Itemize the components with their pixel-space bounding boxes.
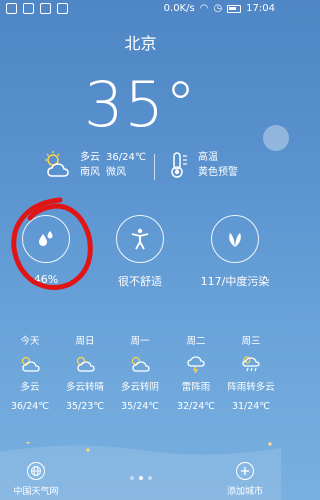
shower-icon: [223, 349, 279, 379]
notification-icons: [6, 3, 68, 14]
forecast-day-label: 今天: [20, 336, 40, 347]
wind-direction: 南风: [80, 167, 100, 178]
air-quality-leaf-icon: [229, 233, 241, 247]
forecast-day-label: 周三: [241, 336, 261, 347]
humidity-drops-icon: [39, 231, 53, 246]
city-name[interactable]: 北京: [0, 30, 281, 54]
humidity-value: 46%: [33, 273, 59, 286]
alert-block[interactable]: 高温 黄色预警: [166, 150, 238, 180]
globe-icon: [27, 462, 45, 480]
air-quality-value: 117/中度污染: [200, 275, 270, 288]
forecast-day[interactable]: 周日 多云转晴 35/23℃: [57, 333, 113, 412]
forecast-temps: 35/24℃: [120, 401, 160, 412]
summary-divider: [154, 154, 155, 180]
forecast-condition: 阵雨转多云: [227, 382, 275, 393]
add-city-label: 添加城市: [226, 487, 263, 497]
partly-cloudy-icon: [45, 151, 69, 177]
weather-summary: 多云 36/24℃ 南风 微风 高温 黄色预警: [0, 148, 281, 188]
current-temperature: 35°: [84, 68, 197, 141]
system-icons: 0.0K/s ◠ ◷ 17:04: [164, 3, 275, 14]
forecast-temps: 36/24℃: [10, 401, 50, 412]
network-speed: 0.0K/s: [163, 3, 195, 14]
bag-icon: [57, 3, 68, 14]
status-bar: 0.0K/s ◠ ◷ 17:04: [0, 0, 281, 18]
alert-type: 高温: [198, 152, 218, 163]
partly-cloudy-icon: [57, 349, 113, 379]
air-quality-index[interactable]: 117/中度污染: [195, 215, 275, 289]
forecast-day[interactable]: 周二 雷阵雨 32/24℃: [168, 333, 224, 412]
forecast-temps: 32/24℃: [176, 401, 216, 412]
wifi-icon: ◠: [199, 3, 209, 14]
forecast-day[interactable]: 周三 阵雨转多云 31/24℃: [223, 333, 279, 412]
temp-range: 36/24℃: [106, 152, 147, 163]
condition-text: 多云: [80, 152, 100, 163]
forecast-condition: 雷阵雨: [181, 382, 211, 393]
forecast-condition: 多云转阴: [120, 382, 159, 393]
humidity-index[interactable]: 46%: [6, 215, 86, 286]
comfort-circle: [116, 215, 164, 263]
condition-block: 多云 36/24℃ 南风 微风: [42, 150, 146, 180]
forecast-day[interactable]: 今天 多云 36/24℃: [2, 333, 58, 412]
humidity-circle: [22, 215, 70, 263]
forecast-condition: 多云: [20, 382, 40, 393]
thunderstorm-icon: [168, 349, 224, 379]
add-city-button[interactable]: 添加城市: [217, 462, 273, 497]
forecast-temps: 35/23℃: [65, 401, 105, 412]
battery-icon: [227, 4, 242, 13]
page-dot[interactable]: [148, 476, 152, 480]
page-dot-active[interactable]: [139, 476, 143, 480]
signal-icon: [6, 3, 17, 14]
page-dot[interactable]: [130, 476, 134, 480]
alarm-icon: ◷: [213, 3, 223, 14]
wind-level: 微风: [106, 167, 126, 178]
comfort-value: 很不舒适: [118, 275, 162, 288]
page-indicator[interactable]: [130, 476, 152, 480]
weather-site-label: 中国天气网: [13, 487, 59, 497]
forecast-day[interactable]: 周一 多云转阴 35/24℃: [112, 333, 168, 412]
air-quality-circle: [211, 215, 259, 263]
clock-time: 17:04: [246, 3, 275, 14]
comfort-index[interactable]: 很不舒适: [100, 215, 180, 289]
mail-icon: [23, 3, 34, 14]
forecast-temps: 31/24℃: [231, 401, 271, 412]
alert-level: 黄色预警: [198, 167, 238, 178]
forecast-day-label: 周一: [130, 336, 150, 347]
forecast-day-label: 周日: [75, 336, 95, 347]
forecast-day-label: 周二: [186, 336, 206, 347]
partly-cloudy-icon: [112, 349, 168, 379]
partly-cloudy-icon: [2, 349, 58, 379]
high-temperature-icon: [171, 152, 187, 178]
body-comfort-icon: [131, 228, 149, 250]
plus-icon: [236, 462, 254, 480]
document-icon: [40, 3, 51, 14]
weather-site-button[interactable]: 中国天气网: [8, 462, 64, 497]
forecast-condition: 多云转晴: [65, 382, 104, 393]
